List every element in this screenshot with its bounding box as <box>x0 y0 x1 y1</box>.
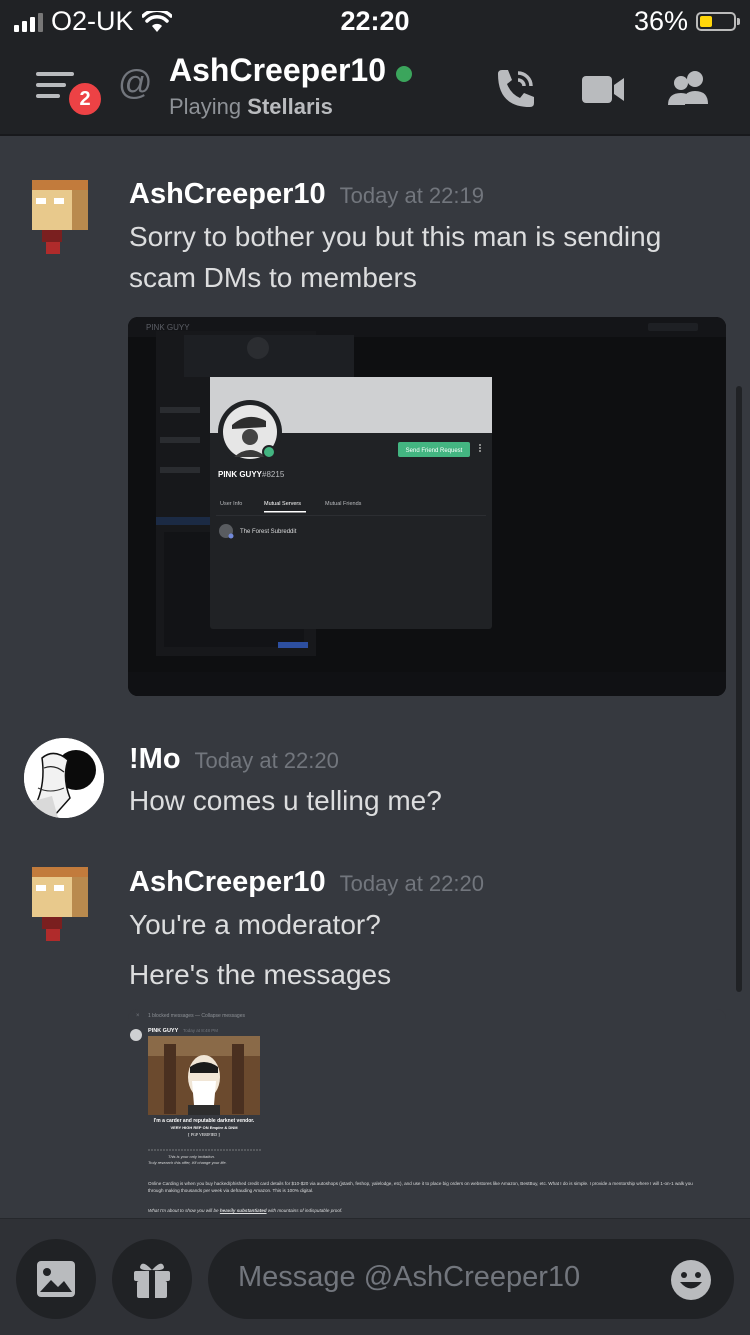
dm-line-2: VERY HIGH REP ON Empire & DNM <box>170 1125 238 1130</box>
dm-para-2-box: What I'm about to show you will be heavi… <box>148 1208 700 1215</box>
ashcreeper-avatar[interactable] <box>24 863 104 943</box>
send-friend-request-button: Send Friend Request <box>406 448 463 454</box>
activity-status: Playing Stellaris <box>169 94 333 120</box>
message-line: Sorry to bother you but this man is send… <box>129 221 662 252</box>
message-list[interactable]: AshCreeper10 Today at 22:19 Sorry to both… <box>0 136 750 1218</box>
dm-author: PINK GUYY <box>148 1028 179 1034</box>
dm-screenshot: × 1 blocked messages — Collapse messages… <box>128 1009 726 1218</box>
online-status-dot <box>396 66 412 82</box>
gift-button[interactable] <box>112 1239 192 1319</box>
mutual-server-name: The Forest Subreddit <box>240 529 297 535</box>
channel-name: AshCreeper10 <box>169 52 386 88</box>
profile-screenshot: PINK GUYY Send Friend Request PINK GUYY#… <box>128 317 726 696</box>
at-icon: @ <box>118 64 153 102</box>
image-attachment-dms[interactable]: × 1 blocked messages — Collapse messages… <box>128 1009 726 1218</box>
author-name[interactable]: !Mo <box>129 743 181 775</box>
message-line: scam DMs to members <box>129 262 417 293</box>
call-button[interactable] <box>490 64 540 114</box>
activity-game: Stellaris <box>247 94 333 119</box>
activity-prefix: Playing <box>169 94 242 119</box>
mention-badge: 2 <box>66 80 104 118</box>
dm-header: 2 @ AshCreeper10 Playing Stellaris <box>0 42 750 136</box>
gift-icon <box>134 1263 170 1298</box>
message-composer: Message @AshCreeper10 <box>0 1218 750 1335</box>
message-timestamp: Today at 22:20 <box>194 748 339 773</box>
message-text: Here's the messages <box>129 954 719 995</box>
message-line: Here's the messages <box>129 959 392 990</box>
battery-percent: 36% <box>633 6 688 36</box>
profile-tag: #8215 <box>262 470 285 479</box>
members-icon <box>668 71 708 105</box>
profile-tab: User Info <box>220 501 242 507</box>
battery-icon <box>696 12 740 31</box>
dm-para-1-box: Online Carding is when you buy hacked/ph… <box>148 1181 693 1193</box>
blocked-messages-line: 1 blocked messages — Collapse messages <box>148 1013 245 1019</box>
message-line: You're a moderator? <box>129 909 381 940</box>
message-input[interactable]: Message @AshCreeper10 <box>208 1239 734 1319</box>
dm-para-2: What I'm about to show you will be heavi… <box>148 1208 700 1215</box>
dm-para-2-prefix: What I'm about to show you will be <box>148 1208 219 1213</box>
battery-group: 36% <box>633 6 740 37</box>
svg-text:PINK GUYY#8215: PINK GUYY#8215 <box>218 470 285 479</box>
message-author[interactable]: AshCreeper10 Today at 22:19 <box>129 178 484 211</box>
mo-avatar[interactable] <box>24 738 104 818</box>
message-text: How comes u telling me? <box>129 780 719 821</box>
shot-channel-title: PINK GUYY <box>146 323 190 332</box>
video-button[interactable] <box>578 64 628 114</box>
message-timestamp: Today at 22:19 <box>339 183 484 208</box>
dm-line-4: This is your only invitation. <box>168 1154 215 1159</box>
profile-username: PINK GUYY <box>218 470 263 479</box>
dm-time: Today at 8:48 PM <box>183 1028 218 1033</box>
message-text: Sorry to bother you but this man is send… <box>129 216 719 298</box>
dm-line-3: ⟦ PGP VERIFIED ⟧ <box>188 1132 220 1137</box>
dm-para-1: Online Carding is when you buy hacked/ph… <box>148 1181 693 1193</box>
upload-image-button[interactable] <box>16 1239 96 1319</box>
message-scrollbar[interactable] <box>736 386 742 992</box>
dm-para-2-bold: heavily substantiated <box>219 1208 267 1213</box>
call-icon <box>498 70 534 107</box>
message-author[interactable]: AshCreeper10 Today at 22:20 <box>129 866 484 899</box>
message-author[interactable]: !Mo Today at 22:20 <box>129 743 339 776</box>
image-icon <box>37 1261 75 1297</box>
status-bar: O2-UK 22:20 36% <box>0 0 750 42</box>
members-button[interactable] <box>664 64 714 114</box>
message-text: You're a moderator? <box>129 904 719 945</box>
ashcreeper-avatar[interactable] <box>24 176 104 256</box>
mo-avatar-art <box>24 738 104 818</box>
message-timestamp: Today at 22:20 <box>339 871 484 896</box>
profile-tab: Mutual Friends <box>325 501 362 507</box>
author-name[interactable]: AshCreeper10 <box>129 866 326 898</box>
message-line: How comes u telling me? <box>129 785 442 816</box>
dm-para-2-suffix: with mountains of indisputable proof. <box>267 1208 343 1213</box>
video-icon <box>582 76 624 103</box>
image-attachment-profile[interactable]: PINK GUYY Send Friend Request PINK GUYY#… <box>128 317 726 696</box>
svg-text:×: × <box>136 1013 140 1019</box>
dm-line-1: I'm a carder and reputable darknet vendo… <box>154 1118 255 1124</box>
author-name[interactable]: AshCreeper10 <box>129 178 326 210</box>
emoji-icon[interactable] <box>670 1259 712 1301</box>
dm-line-5: Truly research this offer, it'll change … <box>148 1160 227 1165</box>
profile-tab: Mutual Servers <box>264 501 301 507</box>
message-input-placeholder: Message @AshCreeper10 <box>238 1261 581 1293</box>
